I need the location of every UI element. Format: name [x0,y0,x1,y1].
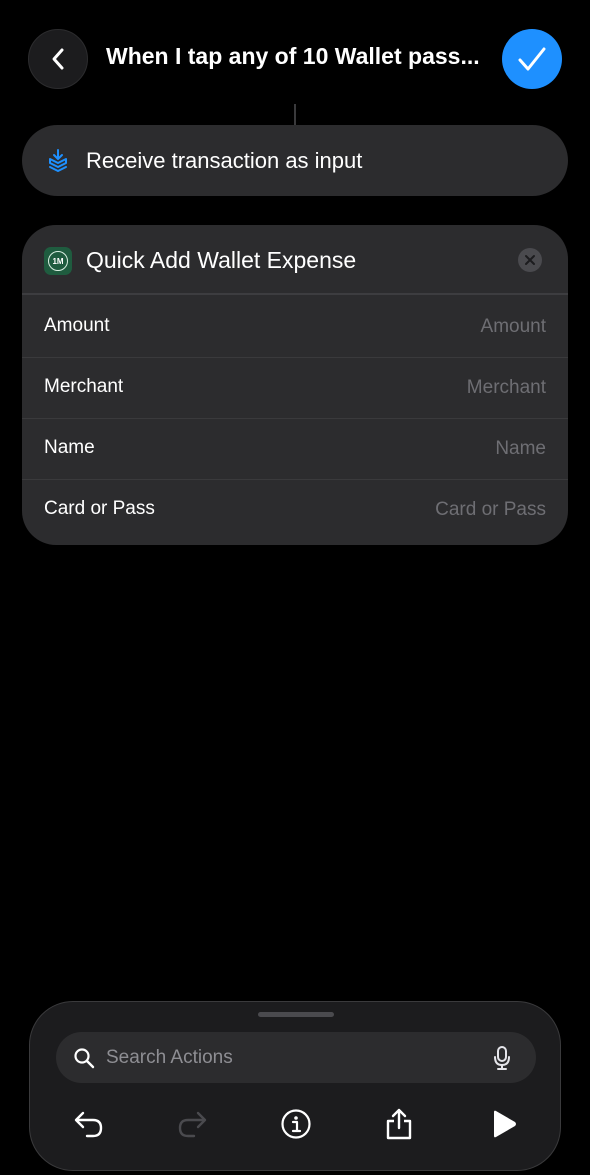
sheet-grabber[interactable] [258,1012,334,1017]
redo-button[interactable] [170,1102,214,1146]
action-card: 1M Quick Add Wallet Expense Amount Merch… [22,225,568,545]
redo-icon [178,1111,207,1138]
share-button[interactable] [377,1102,421,1146]
play-icon [494,1110,516,1138]
param-label: Card or Pass [44,498,155,519]
card-or-pass-field[interactable] [286,495,546,525]
merchant-field[interactable] [286,373,546,403]
name-field[interactable] [286,434,546,464]
microphone-icon[interactable] [493,1045,511,1071]
undo-icon [74,1111,103,1138]
param-label: Merchant [44,376,124,397]
amount-field[interactable] [286,312,546,342]
trigger-label: Receive transaction as input [86,148,363,173]
param-row-name: Name [22,419,568,480]
param-row-merchant: Merchant [22,358,568,419]
param-label: Name [44,437,95,458]
action-search-sheet [29,1001,561,1171]
done-button[interactable] [502,29,562,89]
chevron-left-icon [52,48,64,70]
info-icon [281,1109,311,1139]
undo-button[interactable] [67,1102,111,1146]
wallet-stack-icon [49,149,67,172]
info-button[interactable] [274,1102,318,1146]
page-title[interactable]: When I tap any of 10 Wallet pass... [106,43,486,70]
run-button[interactable] [482,1102,526,1146]
close-icon [525,255,535,265]
app-icon: 1M [44,247,72,275]
search-bar[interactable] [56,1032,536,1083]
flow-connector [294,104,296,126]
search-icon [74,1048,95,1069]
action-title: Quick Add Wallet Expense [86,247,357,273]
share-icon [386,1108,412,1140]
app-icon-badge: 1M [48,251,68,271]
remove-action-button[interactable] [518,248,542,272]
search-input[interactable] [106,1042,476,1074]
action-card-header[interactable]: 1M Quick Add Wallet Expense [22,225,568,295]
param-label: Amount [44,315,110,336]
back-button[interactable] [28,29,88,89]
param-row-amount: Amount [22,297,568,358]
param-row-card-or-pass: Card or Pass [22,480,568,541]
checkmark-icon [518,47,546,71]
